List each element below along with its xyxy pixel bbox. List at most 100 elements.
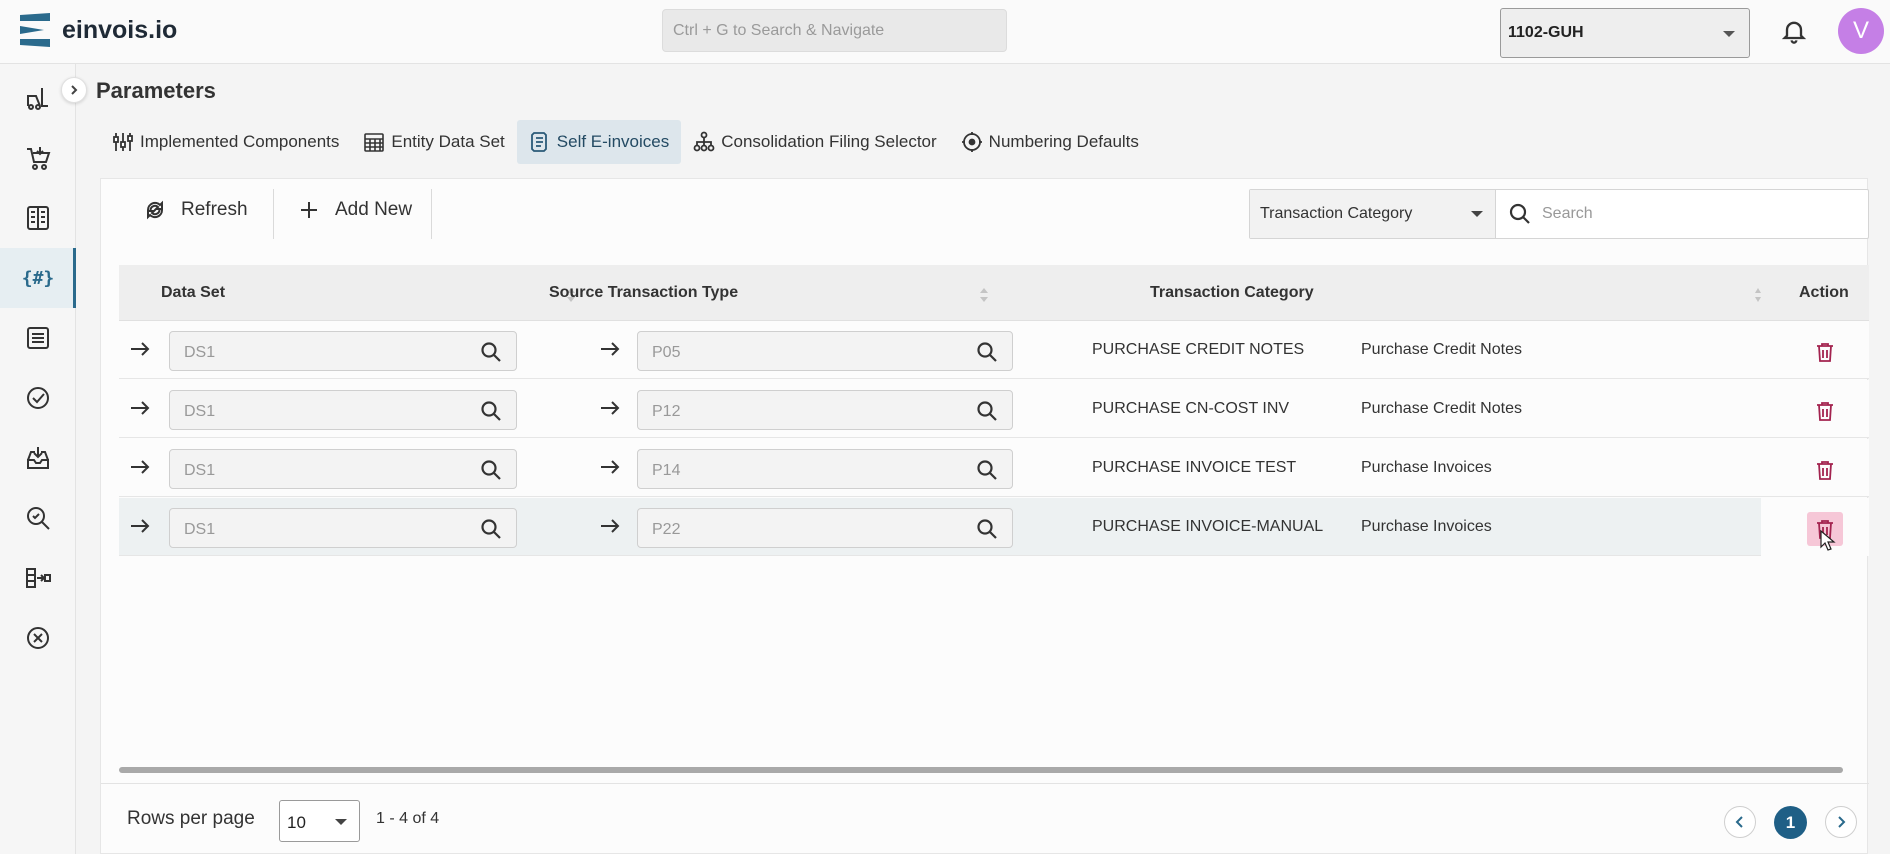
receipt-icon <box>530 132 547 152</box>
source-type-description: PURCHASE INVOICE TEST <box>1092 459 1297 476</box>
sidebar-item-inspect[interactable] <box>0 488 76 548</box>
next-page-button[interactable] <box>1825 806 1857 838</box>
chevron-right-icon <box>71 85 78 95</box>
sidebar-item-ledger[interactable] <box>0 188 76 248</box>
grid-calendar-icon <box>364 133 385 152</box>
page-title: Parameters <box>96 78 216 103</box>
app-logo[interactable]: einvois.io <box>18 11 177 49</box>
horizontal-scrollbar[interactable] <box>119 767 1843 773</box>
data-set-lookup[interactable]: DS1 <box>169 331 517 371</box>
sidebar-item-parameters[interactable]: {#} <box>0 248 76 308</box>
pagination-range: 1 - 4 of 4 <box>376 810 440 827</box>
page-button-current[interactable]: 1 <box>1774 806 1807 839</box>
transaction-category: Purchase Credit Notes <box>1361 341 1522 358</box>
add-new-label: Add New <box>335 199 413 220</box>
tab-implemented-components[interactable]: Implemented Components <box>100 120 351 164</box>
sort-icon[interactable] <box>979 287 989 303</box>
chevron-left-icon <box>1735 816 1743 828</box>
trash-icon <box>1817 402 1833 421</box>
search-icon[interactable] <box>480 518 502 540</box>
source-type-description: PURCHASE CREDIT NOTES <box>1092 341 1305 358</box>
arrow-right-icon <box>601 401 620 415</box>
global-search-input[interactable]: Ctrl + G to Search & Navigate <box>662 9 1007 52</box>
source-type-lookup[interactable]: P05 <box>637 331 1013 371</box>
tab-label: Entity Data Set <box>391 132 505 151</box>
sidebar: {#} <box>0 64 76 854</box>
table-header: Data Set Source Transaction Type Transac… <box>119 265 1869 321</box>
source-type-value: P14 <box>652 462 681 479</box>
sidebar-item-documents[interactable] <box>0 308 76 368</box>
column-header-data-set[interactable]: Data Set <box>161 265 225 321</box>
add-new-button[interactable]: Add New <box>297 179 412 241</box>
avatar[interactable]: V <box>1838 8 1884 54</box>
column-header-transaction-category[interactable]: Transaction Category <box>1150 265 1314 321</box>
search-icon[interactable] <box>976 400 998 422</box>
mouse-cursor-icon <box>1820 530 1836 551</box>
column-header-source-transaction-type[interactable]: Source Transaction Type <box>549 265 738 321</box>
trash-icon <box>1817 343 1833 362</box>
sidebar-item-approvals[interactable] <box>0 368 76 428</box>
delete-button[interactable] <box>1807 394 1843 428</box>
previous-page-button[interactable] <box>1724 806 1756 838</box>
source-type-description: PURCHASE INVOICE-MANUAL <box>1092 518 1324 535</box>
hierarchy-icon <box>693 131 715 152</box>
sidebar-item-inbox[interactable] <box>0 428 76 488</box>
source-type-lookup[interactable]: P22 <box>637 508 1013 548</box>
transaction-category: Purchase Invoices <box>1361 459 1492 476</box>
sidebar-expand-button[interactable] <box>61 77 87 103</box>
sidebar-item-cancel[interactable] <box>0 608 76 668</box>
data-set-value: DS1 <box>184 462 216 479</box>
sidebar-item-transfer[interactable] <box>0 548 76 608</box>
table-row: DS1 P05 PURCHASE CREDIT NOTES Purchase C… <box>119 321 1869 379</box>
source-type-value: P12 <box>652 403 681 420</box>
column-header-action: Action <box>1799 284 1849 301</box>
source-type-value: P22 <box>652 521 681 538</box>
data-set-lookup[interactable]: DS1 <box>169 449 517 489</box>
data-set-lookup[interactable]: DS1 <box>169 390 517 430</box>
delete-button[interactable] <box>1807 453 1843 487</box>
tab-numbering-defaults[interactable]: Numbering Defaults <box>949 120 1151 164</box>
search-icon[interactable] <box>976 341 998 363</box>
tab-bar: Implemented Components Entity Data Set S… <box>100 120 1151 164</box>
cancel-circle-icon <box>27 627 49 649</box>
arrow-right-icon <box>601 460 620 474</box>
search-icon[interactable] <box>480 459 502 481</box>
tab-self-e-invoices[interactable]: Self E-invoices <box>516 120 682 164</box>
sort-icon[interactable] <box>1755 287 1761 303</box>
transfer-icon <box>26 568 51 588</box>
table-row: DS1 P14 PURCHASE INVOICE TEST Purchase I… <box>119 439 1869 497</box>
arrow-right-icon <box>131 401 150 415</box>
target-icon <box>961 132 982 152</box>
tab-label: Self E-invoices <box>556 132 670 151</box>
plus-icon <box>301 202 317 218</box>
rows-per-page-select[interactable]: 10 <box>279 800 360 842</box>
refresh-button[interactable]: Refresh <box>143 179 248 241</box>
tab-label: Consolidation Filing Selector <box>721 132 937 151</box>
data-set-lookup[interactable]: DS1 <box>169 508 517 548</box>
logo-icon <box>20 13 50 47</box>
tab-entity-data-set[interactable]: Entity Data Set <box>351 120 516 164</box>
search-icon[interactable] <box>480 341 502 363</box>
search-icon <box>1509 203 1530 224</box>
search-icon[interactable] <box>976 459 998 481</box>
filter-field-select[interactable]: Transaction Category <box>1250 190 1496 238</box>
source-type-lookup[interactable]: P14 <box>637 449 1013 489</box>
delete-button[interactable] <box>1807 335 1843 369</box>
arrow-right-icon <box>131 460 150 474</box>
bell-icon[interactable] <box>1780 16 1808 46</box>
table-row: DS1 P22 PURCHASE INVOICE-MANUAL Purchase… <box>119 498 1869 556</box>
sidebar-item-cart[interactable] <box>0 128 76 188</box>
tab-consolidation-filing-selector[interactable]: Consolidation Filing Selector <box>681 120 948 164</box>
table-search-input[interactable] <box>1542 198 1852 230</box>
data-set-value: DS1 <box>184 403 216 420</box>
chevron-right-icon <box>1838 816 1846 828</box>
search-icon[interactable] <box>480 400 502 422</box>
source-type-lookup[interactable]: P12 <box>637 390 1013 430</box>
caret-down-icon <box>335 819 347 825</box>
table-row: DS1 P12 PURCHASE CN-COST INV Purchase Cr… <box>119 380 1869 438</box>
entity-select[interactable]: 1102-GUH <box>1500 8 1750 58</box>
search-icon[interactable] <box>976 518 998 540</box>
cart-icon <box>27 147 51 170</box>
arrow-right-icon <box>601 342 620 356</box>
inbox-download-icon <box>27 447 49 469</box>
